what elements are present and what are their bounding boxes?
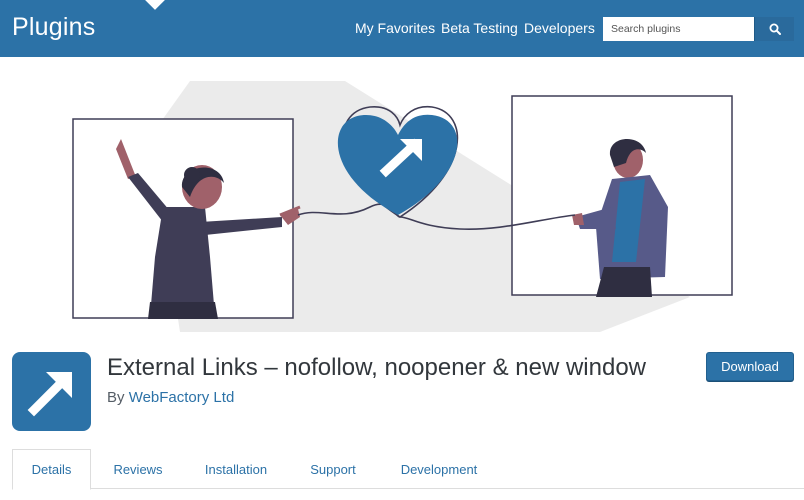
nav-my-favorites[interactable]: My Favorites — [355, 20, 435, 36]
menu-notch — [145, 0, 165, 10]
search-icon — [769, 23, 781, 35]
plugin-icon — [12, 352, 91, 431]
plugin-byline: By WebFactory Ltd — [107, 389, 234, 406]
tab-support[interactable]: Support — [298, 449, 368, 489]
search-button[interactable] — [754, 17, 794, 41]
search-input[interactable] — [603, 17, 754, 41]
plugin-name: External Links – nofollow, noopener & ne… — [107, 354, 646, 381]
search-form — [603, 17, 794, 41]
tab-details[interactable]: Details — [12, 449, 91, 490]
nav-beta-testing[interactable]: Beta Testing — [441, 20, 518, 36]
plugin-tabs: Details Reviews Installation Support Dev… — [0, 449, 804, 500]
tab-reviews[interactable]: Reviews — [100, 449, 176, 489]
author-link[interactable]: WebFactory Ltd — [129, 389, 235, 406]
byline-label: By — [107, 389, 125, 406]
banner-illustration — [72, 81, 733, 332]
tab-development[interactable]: Development — [389, 449, 489, 489]
tab-installation[interactable]: Installation — [192, 449, 280, 489]
nav-developers[interactable]: Developers — [524, 20, 595, 36]
arrow-up-right-icon — [27, 371, 72, 416]
top-bar: Plugins My Favorites Beta Testing Develo… — [0, 0, 804, 57]
download-button[interactable]: Download — [706, 352, 794, 381]
page-title[interactable]: Plugins — [12, 13, 95, 42]
plugin-banner — [0, 57, 804, 332]
